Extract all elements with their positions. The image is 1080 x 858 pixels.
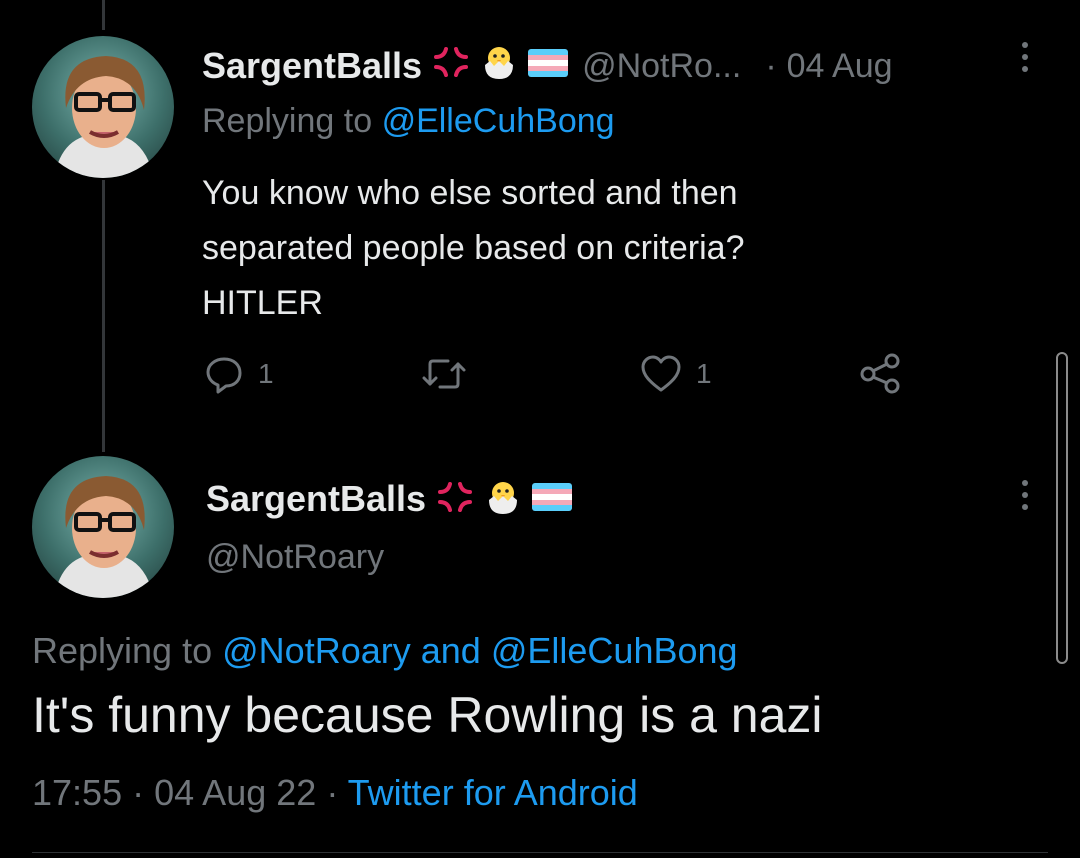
tweet-date[interactable]: 04 Aug: [787, 47, 893, 86]
trans-flag-emoji-icon: [532, 482, 573, 516]
tweet-text-line: HITLER: [202, 284, 323, 322]
replying-to-label: Replying to: [202, 102, 373, 140]
tweet-meta: 17:55 · 04 Aug 22 · Twitter for Android: [32, 772, 638, 814]
tweet-time[interactable]: 17:55: [32, 772, 122, 813]
tweet-text-line: separated people based on criteria?: [202, 229, 745, 267]
scrollbar[interactable]: [1056, 352, 1068, 664]
main-tweet-header: SargentBalls: [206, 474, 573, 524]
trans-flag-emoji-icon: [528, 47, 569, 86]
more-icon[interactable]: [1020, 480, 1030, 510]
reply-tweet-header: SargentBalls @NotRo... · 04 Aug: [202, 42, 893, 90]
more-icon[interactable]: [1020, 42, 1030, 72]
tweet-date[interactable]: 04 Aug 22: [154, 772, 316, 813]
display-name[interactable]: SargentBalls: [202, 45, 422, 87]
replying-to: Replying to @ElleCuhBong: [202, 102, 615, 141]
tweet-text: You know who else sorted and then separa…: [202, 166, 745, 331]
like-count: 1: [696, 358, 712, 389]
handle[interactable]: @NotRo...: [582, 47, 741, 86]
handle[interactable]: @NotRoary: [206, 538, 384, 577]
reply-count: 1: [258, 358, 274, 389]
avatar[interactable]: [32, 36, 174, 178]
like-button[interactable]: 1: [640, 354, 712, 394]
separator: ·: [765, 46, 777, 85]
tweet-text: It's funny because Rowling is a nazi: [32, 687, 823, 743]
avatar[interactable]: [32, 456, 174, 598]
anger-emoji-icon: [432, 45, 470, 88]
like-icon: [641, 355, 681, 392]
divider: [32, 852, 1048, 853]
share-button[interactable]: [858, 352, 902, 394]
replying-to: Replying to @NotRoary and @ElleCuhBong: [32, 630, 738, 672]
display-name[interactable]: SargentBalls: [206, 478, 426, 520]
anger-emoji-icon: [436, 480, 474, 519]
replying-to-handle[interactable]: @NotRoary: [222, 630, 411, 671]
replying-to-label: Replying to: [32, 630, 213, 671]
replying-to-handle[interactable]: @ElleCuhBong: [491, 630, 738, 671]
thread-line: [102, 180, 105, 452]
thread-line-top: [102, 0, 105, 30]
reply-button[interactable]: 1: [204, 354, 274, 394]
share-icon: [860, 353, 900, 394]
separator: ·: [132, 772, 145, 813]
reply-icon: [206, 357, 242, 394]
retweet-icon: [422, 359, 466, 389]
hatching-chick-emoji-icon: [480, 43, 518, 90]
separator: ·: [326, 772, 339, 813]
retweet-button[interactable]: [420, 354, 468, 394]
replying-to-handle[interactable]: @ElleCuhBong: [382, 102, 615, 140]
hatching-chick-emoji-icon: [484, 478, 522, 521]
tweet-text-line: You know who else sorted and then: [202, 174, 738, 212]
tweet-source[interactable]: Twitter for Android: [348, 772, 638, 813]
replying-to-and: and: [420, 630, 481, 671]
